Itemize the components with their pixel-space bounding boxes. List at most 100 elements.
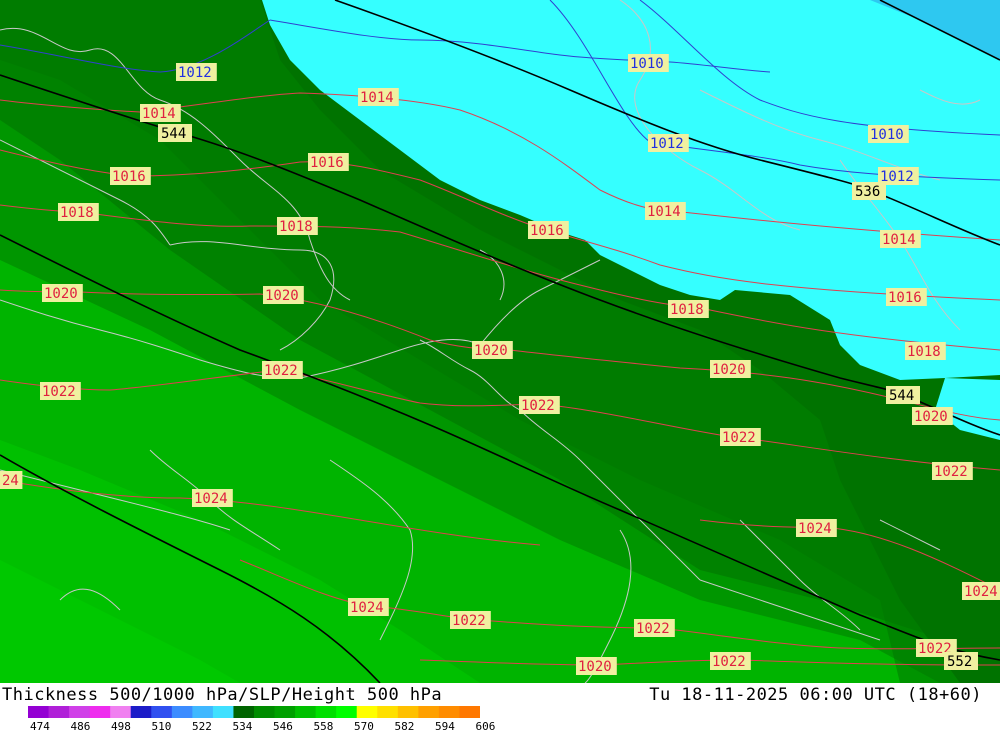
svg-text:1024: 1024 xyxy=(798,521,832,537)
svg-text:1010: 1010 xyxy=(630,56,664,72)
weather-map: 1012 1014 1014 1010 1012 1010 1012 1016 1016 1018… xyxy=(0,0,1000,683)
isobar-label: 1024 xyxy=(796,519,837,537)
isobar-label: 1020 xyxy=(710,360,751,378)
svg-text:1020: 1020 xyxy=(578,659,612,675)
legend-swatch xyxy=(418,706,440,718)
isobar-label: 1020 xyxy=(472,341,513,359)
legend-tick-label: 570 xyxy=(354,720,374,733)
svg-text:24: 24 xyxy=(2,473,19,489)
svg-text:544: 544 xyxy=(161,126,186,142)
legend-swatch xyxy=(69,706,91,718)
svg-text:1020: 1020 xyxy=(914,409,948,425)
isobar-label: 1018 xyxy=(277,217,318,235)
svg-text:1020: 1020 xyxy=(44,286,78,302)
legend-swatch xyxy=(295,706,317,718)
isobar-label: 1024 xyxy=(348,598,389,616)
svg-text:1022: 1022 xyxy=(712,654,746,670)
svg-text:1014: 1014 xyxy=(142,106,176,122)
height-contour-label: 544 xyxy=(886,386,920,404)
legend-swatch xyxy=(336,706,358,718)
isobar-label: 1018 xyxy=(668,300,709,318)
isobar-label: 1022 xyxy=(634,619,675,637)
svg-text:1022: 1022 xyxy=(264,363,298,379)
legend-swatch xyxy=(151,706,173,718)
height-contour-label: 544 xyxy=(158,124,192,142)
isobar-label: 1022 xyxy=(450,611,491,629)
isobar-label: 1018 xyxy=(58,203,99,221)
legend-swatch xyxy=(377,706,399,718)
legend-tick-label: 546 xyxy=(273,720,293,733)
svg-text:1016: 1016 xyxy=(530,223,564,239)
map-footer: Thickness 500/1000 hPa/SLP/Height 500 hP… xyxy=(0,683,1000,733)
isobar-label: 1014 xyxy=(140,104,181,122)
isobar-label: 1022 xyxy=(40,382,81,400)
map-canvas: 1012101410141010101210101012101610161018… xyxy=(0,0,1000,683)
svg-text:544: 544 xyxy=(889,388,914,404)
svg-text:1022: 1022 xyxy=(636,621,670,637)
legend-tick-label: 582 xyxy=(394,720,415,733)
height-contour-label: 552 xyxy=(944,652,978,670)
isobar-label: 1022 xyxy=(932,462,973,480)
legend-swatch xyxy=(212,706,234,718)
isobar-label: 1022 xyxy=(720,428,761,446)
isobar-label: 1024 xyxy=(192,489,233,507)
isobar-label: 1014 xyxy=(645,202,686,220)
valid-time: Tu 18-11-2025 06:00 UTC (18+60) xyxy=(649,685,982,705)
isobar-label: 1018 xyxy=(905,342,946,360)
svg-text:1018: 1018 xyxy=(60,205,94,221)
legend-tick-label: 558 xyxy=(313,720,334,733)
legend-swatch xyxy=(192,706,214,718)
svg-text:1018: 1018 xyxy=(907,344,941,360)
svg-text:1024: 1024 xyxy=(350,600,384,616)
svg-text:1022: 1022 xyxy=(934,464,968,480)
legend-tick-label: 474 xyxy=(30,720,50,733)
svg-text:1012: 1012 xyxy=(178,65,212,81)
svg-text:1014: 1014 xyxy=(647,204,681,220)
svg-text:1022: 1022 xyxy=(521,398,555,414)
isobar-label: 1010 xyxy=(868,125,909,143)
legend-swatch xyxy=(254,706,276,718)
legend-tick-label: 498 xyxy=(111,720,131,733)
isobar-label: 24 xyxy=(0,471,23,489)
svg-text:1018: 1018 xyxy=(279,219,313,235)
legend-tick-label: 510 xyxy=(151,720,172,733)
isobar-label: 1020 xyxy=(912,407,953,425)
isobar-label: 1016 xyxy=(528,221,569,239)
legend-tick-label: 594 xyxy=(435,720,455,733)
legend-tick-label: 606 xyxy=(475,720,496,733)
isobar-label: 1020 xyxy=(576,657,617,675)
svg-text:1022: 1022 xyxy=(722,430,756,446)
color-legend-bar xyxy=(28,706,480,718)
isobar-label: 1016 xyxy=(110,167,151,185)
isobar-label: 1012 xyxy=(648,134,689,152)
map-title: Thickness 500/1000 hPa/SLP/Height 500 hP… xyxy=(2,685,443,705)
isobar-label: 1020 xyxy=(263,286,304,304)
isobar-label: 1024 xyxy=(962,582,1000,600)
legend-swatch xyxy=(48,706,70,718)
legend-swatch xyxy=(89,706,111,718)
svg-text:1024: 1024 xyxy=(964,584,998,600)
isobar-label: 1016 xyxy=(308,153,349,171)
svg-text:1014: 1014 xyxy=(882,232,916,248)
isobar-label: 1022 xyxy=(519,396,560,414)
svg-text:1022: 1022 xyxy=(452,613,486,629)
svg-text:1020: 1020 xyxy=(265,288,299,304)
legend-swatch xyxy=(397,706,419,718)
legend-tick-label: 522 xyxy=(192,720,212,733)
svg-text:1016: 1016 xyxy=(310,155,344,171)
legend-swatch xyxy=(171,706,193,718)
isobar-label: 1012 xyxy=(176,63,217,81)
legend-swatch xyxy=(110,706,132,718)
isobar-label: 1010 xyxy=(628,54,669,72)
height-contour-label: 536 xyxy=(852,182,886,200)
isobar-label: 1014 xyxy=(358,88,399,106)
svg-text:1016: 1016 xyxy=(888,290,922,306)
svg-text:536: 536 xyxy=(855,184,880,200)
legend-tick-label: 534 xyxy=(232,720,253,733)
svg-text:1022: 1022 xyxy=(42,384,76,400)
isobar-label: 1022 xyxy=(710,652,751,670)
isobar-label: 1016 xyxy=(886,288,927,306)
svg-text:1018: 1018 xyxy=(670,302,704,318)
legend-swatch xyxy=(130,706,152,718)
legend-swatch xyxy=(315,706,337,718)
